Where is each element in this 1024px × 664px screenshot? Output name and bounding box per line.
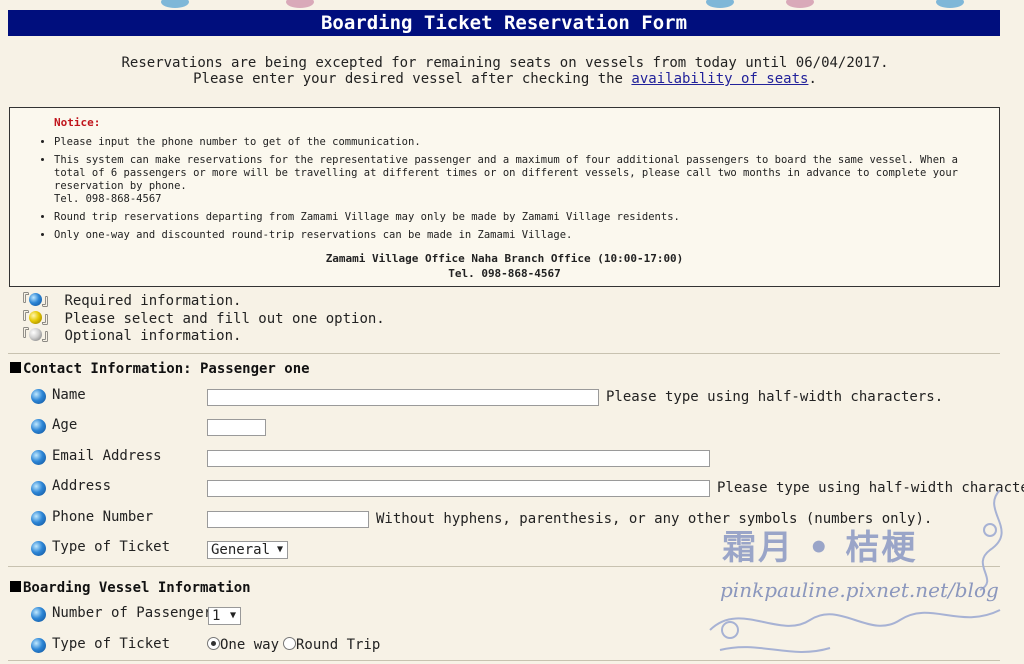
phone-input[interactable] [207,511,369,528]
ticket-type-value: General [211,542,271,558]
legend-select-one: 『』 Please select and fill out one option… [15,311,385,328]
bracket: 『 [15,311,29,327]
email-input[interactable] [207,450,710,467]
intro-period: . [880,55,889,71]
phone-label: Phone Number [52,509,154,525]
one-way-radio[interactable]: One way [207,637,279,653]
availability-link[interactable]: availability of seats [631,71,808,87]
office-tel: Tel. 098-868-4567 [448,267,561,280]
gray-ball-icon [29,328,42,341]
email-label: Email Address [52,448,162,464]
one-way-label: One way [220,637,280,653]
yellow-ball-icon [29,311,42,324]
ticket-type-select[interactable]: General ▼ [207,541,288,559]
required-icon [31,638,46,653]
age-input[interactable] [207,419,266,436]
header-decoration [161,0,964,8]
required-icon [31,450,46,465]
passengers-value: 1 [212,608,221,624]
notice-list: Please input the phone number to get of … [20,136,984,247]
bracket: 』 [42,311,56,327]
notice-box: Notice: Please input the phone number to… [9,107,1000,287]
bracket: 『 [15,328,29,344]
flourish-decoration [709,490,1003,653]
bracket: 』 [42,328,56,344]
name-input[interactable] [207,389,599,406]
dropdown-arrow-icon: ▼ [276,544,283,555]
address-input[interactable] [207,480,710,497]
notice-text: Round trip reservations departing from Z… [54,211,680,223]
dropdown-arrow-icon: ▼ [229,610,236,621]
required-icon [31,511,46,526]
legend-required: 『』 Required information. [15,293,241,310]
watermark-url: pinkpauline.pixnet.net/blog [720,578,999,602]
notice-item: This system can make reservations for th… [54,154,984,206]
bracket: 』 [42,293,56,309]
section-title-text: Contact Information: Passenger one [23,361,310,377]
passengers-label: Number of Passengers [52,605,221,621]
vessel-ticket-label: Type of Ticket [52,636,171,652]
intro-deadline-date: 06/04/2017 [795,55,881,71]
watermark-name: 霜月 • 桔梗 [722,528,918,568]
round-trip-label: Round Trip [296,637,381,653]
legend-required-text: Required information. [64,293,242,309]
notice-item: Only one-way and discounted round-trip r… [54,229,984,242]
office-name: Zamami Village Office Naha Branch Office… [325,252,684,265]
notice-item: Please input the phone number to get of … [54,136,984,149]
bracket: 『 [15,293,29,309]
required-icon [31,419,46,434]
required-icon [31,481,46,496]
radio-unchecked-icon[interactable] [283,637,296,650]
name-hint: Please type using half-width characters. [606,389,944,405]
notice-text: Only one-way and discounted round-trip r… [54,229,573,241]
address-label: Address [52,478,112,494]
age-label: Age [52,417,78,433]
notice-title: Notice: [54,116,101,129]
ticket-type-label: Type of Ticket [52,539,171,555]
required-icon [31,389,46,404]
page-title: Boarding Ticket Reservation Form [8,10,1000,36]
passengers-select[interactable]: 1 ▼ [208,607,241,625]
name-label: Name [52,387,86,403]
radio-checked-icon[interactable] [207,637,220,650]
square-bullet-icon [10,581,21,592]
required-icon [31,541,46,556]
watermark: 霜月 • 桔梗 pinkpauline.pixnet.net/blog [700,490,1024,664]
notice-text: Please input the phone number to get of … [54,136,421,148]
intro-line1: Reservations are being excepted for rema… [121,55,796,71]
required-icon [31,607,46,622]
notice-tel: Tel. 098-868-4567 [54,193,162,205]
divider [8,353,1000,354]
notice-text: This system can make reservations for th… [54,154,958,192]
notice-item: Round trip reservations departing from Z… [54,211,984,224]
intro-line2: Please enter your desired vessel after c… [193,71,632,87]
round-trip-radio[interactable]: Round Trip [283,637,380,653]
blue-ball-icon [29,293,42,306]
legend-optional-text: Optional information. [64,328,242,344]
legend-select-text: Please select and fill out one option. [64,311,385,327]
section-title-text: Boarding Vessel Information [23,580,251,596]
intro-text: Reservations are being excepted for rema… [0,55,1010,87]
legend-optional: 『』 Optional information. [15,328,241,345]
contact-section-title: Contact Information: Passenger one [10,361,310,377]
square-bullet-icon [10,362,21,373]
intro-period-2: . [808,71,817,87]
vessel-section-title: Boarding Vessel Information [10,580,251,596]
